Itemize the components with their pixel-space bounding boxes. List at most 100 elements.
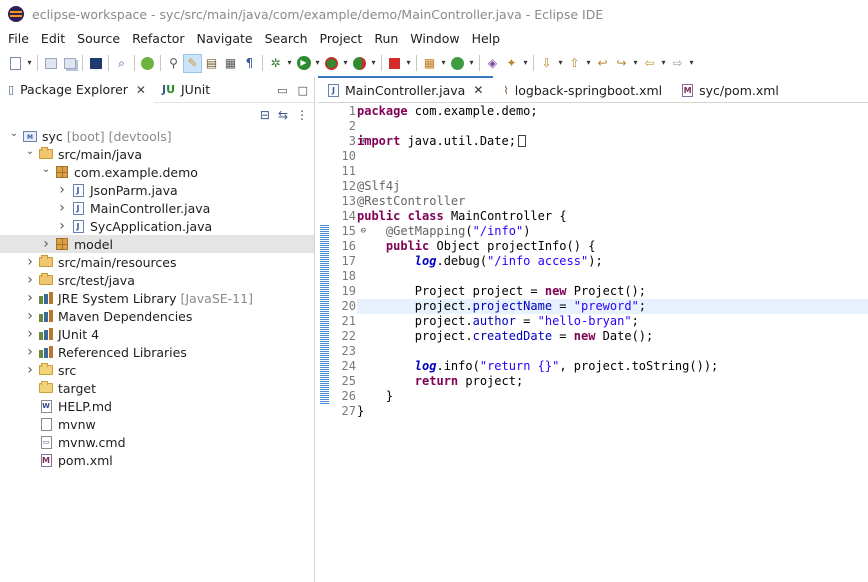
code-line[interactable]: public class MainController {: [357, 209, 868, 224]
tab-junit[interactable]: JU JUnit: [154, 77, 218, 103]
code-editor[interactable]: 1 2 3 ⊕ 10 11 12 13 14 15 ⊖ 16 17 18 19 20 21 22 23 24 25 26 2…: [318, 104, 868, 582]
chevron-right-icon[interactable]: ›: [24, 272, 36, 288]
forward-dropdown-icon[interactable]: ▾: [687, 54, 696, 73]
code-line[interactable]: import java.util.Date;: [357, 134, 868, 149]
tree-item[interactable]: › J MainController.java: [0, 199, 314, 217]
code-line[interactable]: return project;: [357, 374, 868, 389]
chevron-right-icon[interactable]: ›: [24, 290, 36, 306]
chevron-right-icon[interactable]: ›: [24, 326, 36, 342]
next-annotation-icon[interactable]: ⇩: [537, 54, 556, 73]
prev-annotation-icon[interactable]: ⇧: [565, 54, 584, 73]
back-dropdown-icon[interactable]: ▾: [659, 54, 668, 73]
tree-item[interactable]: › JRE System Library [JavaSE-11]: [0, 289, 314, 307]
code-line[interactable]: project.author = "hello-bryan";: [357, 314, 868, 329]
debug-icon[interactable]: ✲: [266, 54, 285, 73]
save-all-icon[interactable]: [60, 54, 79, 73]
tree-item[interactable]: › J SycApplication.java: [0, 217, 314, 235]
new-class-icon[interactable]: [448, 54, 467, 73]
open-type-icon[interactable]: ⚲: [164, 54, 183, 73]
code-line[interactable]: @RestController: [357, 194, 868, 209]
folded-import-marker[interactable]: [517, 135, 526, 147]
new-java-package-icon[interactable]: ▦: [420, 54, 439, 73]
code-lines[interactable]: package com.example.demo; import java.uti…: [357, 104, 868, 419]
code-line[interactable]: log.debug("/info access");: [357, 254, 868, 269]
tab-package-explorer[interactable]: ▯ Package Explorer ✕: [0, 76, 154, 103]
menu-source[interactable]: Source: [71, 28, 126, 49]
tree-item[interactable]: › src: [0, 361, 314, 379]
menu-search[interactable]: Search: [259, 28, 314, 49]
new-dropdown-icon[interactable]: ▾: [25, 54, 34, 73]
tree-item[interactable]: › src/test/java: [0, 271, 314, 289]
chevron-down-icon[interactable]: ⌄: [8, 128, 20, 139]
run-dropdown-icon[interactable]: ▾: [313, 54, 322, 73]
pin-edit-dropdown-icon[interactable]: ▾: [631, 54, 640, 73]
terminal-icon[interactable]: [86, 54, 105, 73]
new-class-dropdown-icon[interactable]: ▾: [467, 54, 476, 73]
chevron-right-icon[interactable]: ›: [56, 182, 68, 198]
maximize-icon[interactable]: □: [298, 84, 308, 97]
pin-edit-icon[interactable]: ↪: [612, 54, 631, 73]
menu-run[interactable]: Run: [368, 28, 404, 49]
code-line[interactable]: @GetMapping("/info"): [357, 224, 868, 239]
next-annotation-dropdown-icon[interactable]: ▾: [556, 54, 565, 73]
code-line[interactable]: project.projectName = "preword";: [357, 299, 868, 314]
code-line[interactable]: package com.example.demo;: [357, 104, 868, 119]
tree-item[interactable]: › Referenced Libraries: [0, 343, 314, 361]
close-icon[interactable]: ✕: [473, 83, 483, 97]
external-tools-dropdown-icon[interactable]: ▾: [369, 54, 378, 73]
save-icon[interactable]: [41, 54, 60, 73]
tree-item[interactable]: W HELP.md: [0, 397, 314, 415]
chevron-down-icon[interactable]: ⌄: [40, 164, 52, 175]
tree-item[interactable]: › model: [0, 235, 314, 253]
mark-occurrences-icon[interactable]: ✎: [183, 53, 202, 73]
menu-edit[interactable]: Edit: [35, 28, 71, 49]
tree-item[interactable]: › src/main/resources: [0, 253, 314, 271]
code-line[interactable]: [357, 119, 868, 134]
code-line[interactable]: [357, 344, 868, 359]
code-line[interactable]: project.createdDate = new Date();: [357, 329, 868, 344]
tree-item[interactable]: ⌄ src/main/java: [0, 145, 314, 163]
show-whitespace-icon[interactable]: ¶: [240, 54, 259, 73]
menu-file[interactable]: File: [2, 28, 35, 49]
tab-main-controller[interactable]: J MainController.java ✕: [318, 76, 494, 102]
coverage-icon[interactable]: [322, 54, 341, 73]
tab-logback-springboot[interactable]: ⌇ logback-springboot.xml: [493, 76, 672, 102]
code-line[interactable]: [357, 149, 868, 164]
code-line[interactable]: [357, 269, 868, 284]
tree-item[interactable]: Mpom.xml: [0, 451, 314, 469]
forward-icon[interactable]: ⇨: [668, 54, 687, 73]
back-icon[interactable]: ⇦: [640, 54, 659, 73]
stop-dropdown-icon[interactable]: ▾: [404, 54, 413, 73]
collapse-all-icon[interactable]: ⊟: [260, 108, 270, 122]
code-line[interactable]: }: [357, 389, 868, 404]
tab-pom-xml[interactable]: M syc/pom.xml: [672, 76, 789, 102]
chevron-right-icon[interactable]: ›: [24, 308, 36, 324]
chevron-right-icon[interactable]: ›: [24, 254, 36, 270]
close-icon[interactable]: ✕: [136, 83, 146, 97]
menu-refactor[interactable]: Refactor: [126, 28, 190, 49]
prev-annotation-dropdown-icon[interactable]: ▾: [584, 54, 593, 73]
external-tools-icon[interactable]: [350, 54, 369, 73]
chevron-down-icon[interactable]: ⌄: [24, 146, 36, 157]
annotations-icon[interactable]: ▦: [221, 54, 240, 73]
code-line[interactable]: public Object projectInfo() {: [357, 239, 868, 254]
link-with-editor-icon[interactable]: ⇆: [278, 108, 288, 122]
menu-navigate[interactable]: Navigate: [191, 28, 259, 49]
tree-item[interactable]: › JUnit 4: [0, 325, 314, 343]
menu-window[interactable]: Window: [404, 28, 465, 49]
coverage-dropdown-icon[interactable]: ▾: [341, 54, 350, 73]
chevron-right-icon[interactable]: ›: [56, 218, 68, 234]
code-line[interactable]: Project project = new Project();: [357, 284, 868, 299]
chevron-right-icon[interactable]: ›: [56, 200, 68, 216]
open-task-icon[interactable]: ▤: [202, 54, 221, 73]
open-perspective-icon[interactable]: ◈: [483, 54, 502, 73]
wand-dropdown-icon[interactable]: ▾: [521, 54, 530, 73]
tree-item[interactable]: › Maven Dependencies: [0, 307, 314, 325]
code-line[interactable]: [357, 164, 868, 179]
new-java-package-dropdown-icon[interactable]: ▾: [439, 54, 448, 73]
tree-item[interactable]: ⌄ Msyc [boot] [devtools]: [0, 127, 314, 145]
menu-project[interactable]: Project: [314, 28, 369, 49]
chevron-right-icon[interactable]: ›: [24, 362, 36, 378]
new-icon[interactable]: [6, 54, 25, 73]
code-line[interactable]: }: [357, 404, 868, 419]
